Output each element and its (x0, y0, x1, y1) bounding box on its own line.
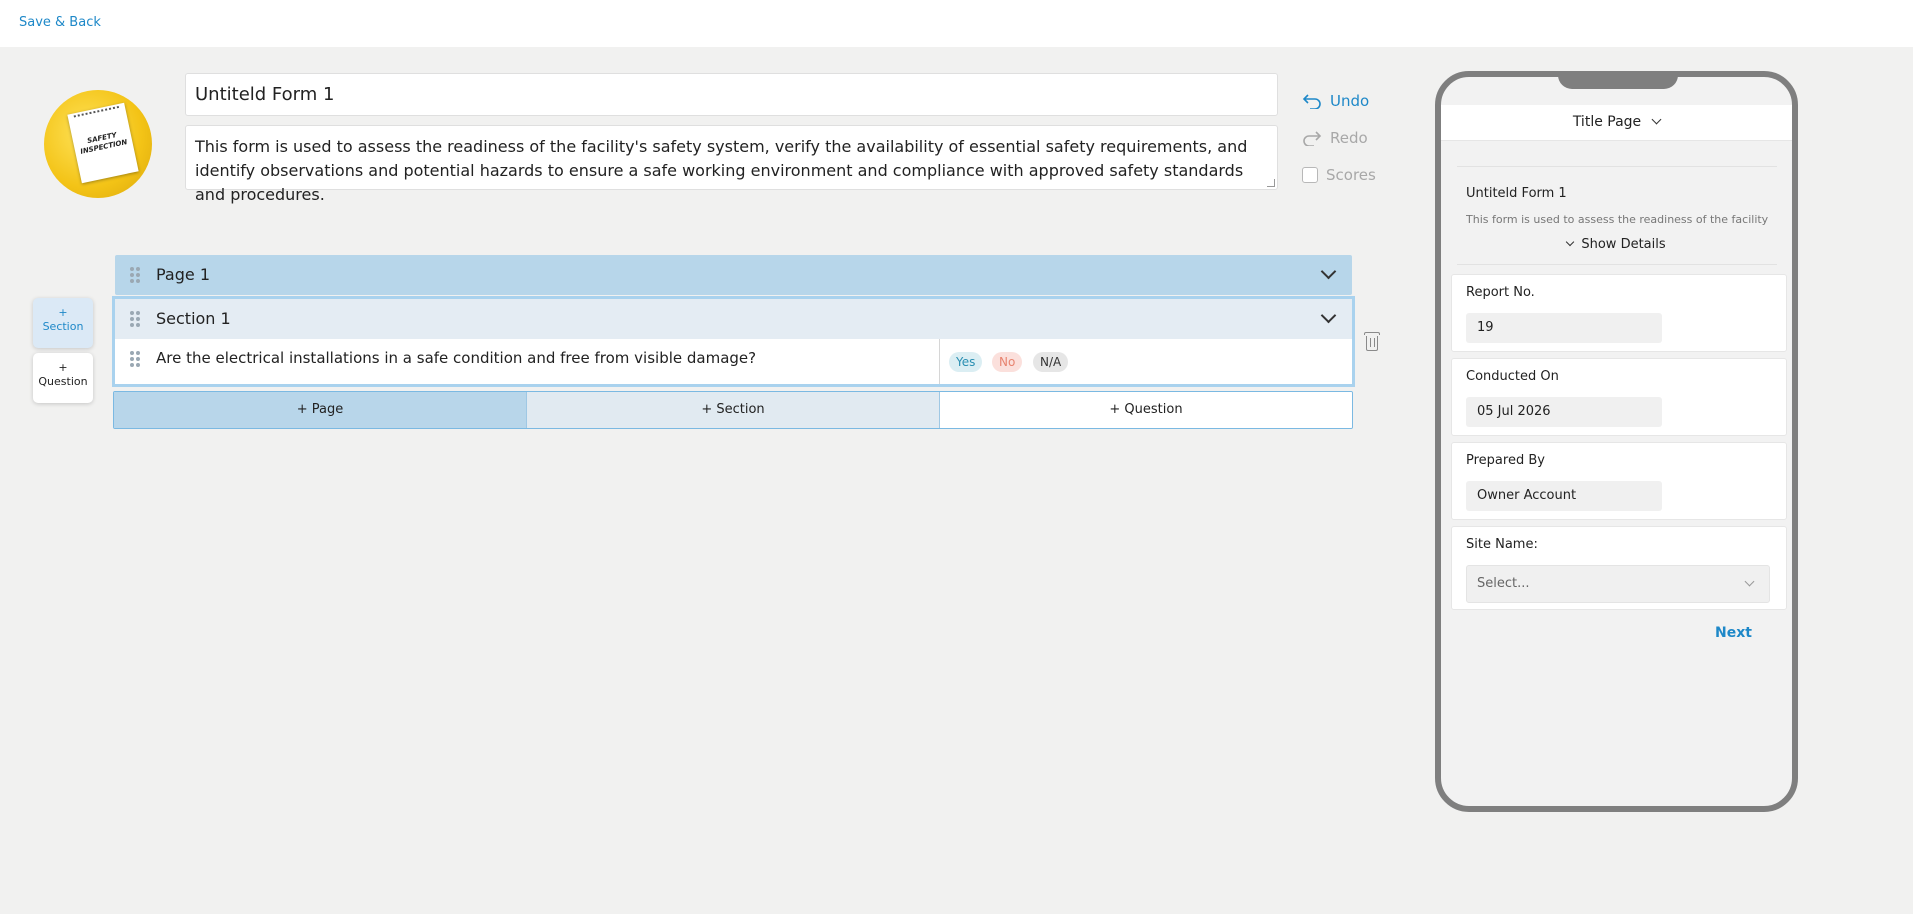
show-details-label: Show Details (1581, 237, 1666, 252)
question-divider (939, 339, 940, 384)
conducted-on-value[interactable]: 05 Jul 2026 (1466, 397, 1662, 427)
undo-button[interactable]: Undo (1302, 92, 1369, 110)
add-question-button[interactable]: + Question (939, 392, 1352, 428)
save-back-link[interactable]: Save & Back (19, 15, 101, 30)
drag-handle-icon[interactable] (130, 311, 140, 327)
resize-handle-icon[interactable] (1267, 179, 1275, 187)
drag-handle-icon[interactable] (130, 267, 140, 283)
preview-form-title: Untiteld Form 1 (1466, 186, 1567, 201)
chevron-down-icon[interactable] (1320, 263, 1337, 280)
question-row[interactable]: Are the electrical installations in a sa… (115, 339, 1352, 384)
prepared-by-value[interactable]: Owner Account (1466, 481, 1662, 511)
chevron-down-icon (1566, 237, 1575, 247)
redo-icon (1302, 130, 1322, 146)
next-button[interactable]: Next (1715, 625, 1752, 641)
site-name-label: Site Name: (1466, 537, 1538, 552)
chevron-down-icon (1651, 114, 1662, 125)
form-logo[interactable]: SAFETY INSPECTION (44, 90, 152, 198)
side-add-section-label: Section (42, 320, 84, 333)
section-label: Section 1 (156, 309, 231, 328)
add-page-button[interactable]: + Page (114, 392, 526, 428)
prepared-by-label: Prepared By (1466, 453, 1545, 468)
side-add-question-plus: + (58, 361, 68, 374)
scores-toggle[interactable]: Scores (1302, 166, 1376, 184)
scores-label: Scores (1326, 166, 1376, 184)
site-name-select[interactable]: Select... (1466, 565, 1770, 603)
prepared-by-card: Prepared By Owner Account (1451, 442, 1787, 520)
trash-icon[interactable] (1364, 332, 1380, 352)
form-description-input[interactable]: This form is used to assess the readines… (185, 125, 1278, 204)
top-bar: Save & Back (0, 0, 1913, 47)
form-title-input[interactable]: Untiteld Form 1 (185, 73, 1278, 116)
report-no-label: Report No. (1466, 285, 1535, 300)
page-row[interactable]: Page 1 (115, 255, 1352, 295)
conducted-on-card: Conducted On 05 Jul 2026 (1451, 358, 1787, 436)
page-label: Page 1 (156, 265, 210, 284)
preview-page-selector[interactable]: Title Page (1441, 105, 1792, 141)
divider (1457, 264, 1777, 265)
form-description-text: This form is used to assess the readines… (195, 137, 1248, 204)
redo-label: Redo (1330, 129, 1368, 147)
drag-handle-icon[interactable] (130, 351, 140, 367)
scores-checkbox[interactable] (1302, 167, 1318, 183)
redo-button[interactable]: Redo (1302, 129, 1368, 147)
response-na[interactable]: N/A (1033, 352, 1069, 372)
side-add-section-button[interactable]: + Section (33, 298, 93, 348)
chevron-down-icon[interactable] (1320, 307, 1337, 324)
add-bar: + Page + Section + Question (113, 391, 1353, 429)
show-details-toggle[interactable]: Show Details (1441, 237, 1792, 252)
report-no-card: Report No. 19 (1451, 274, 1787, 352)
phone-notch (1558, 77, 1678, 89)
side-add-buttons: + Section + Question (33, 298, 97, 408)
chevron-down-icon (1744, 576, 1755, 587)
add-section-button[interactable]: + Section (526, 392, 939, 428)
preview-page-title: Title Page (1572, 114, 1642, 130)
trash-bin (1366, 336, 1378, 351)
site-name-placeholder: Select... (1477, 576, 1530, 591)
site-name-card: Site Name: Select... (1451, 526, 1787, 610)
side-add-section-plus: + (58, 306, 68, 319)
section-row[interactable]: Section 1 (115, 299, 1352, 339)
side-add-question-button[interactable]: + Question (33, 353, 93, 403)
response-no[interactable]: No (992, 352, 1023, 372)
question-text: Are the electrical installations in a sa… (156, 349, 757, 367)
undo-label: Undo (1330, 92, 1370, 110)
side-add-question-label: Question (38, 375, 88, 388)
divider (1457, 166, 1777, 167)
undo-icon (1302, 93, 1322, 109)
section-block: Section 1 Are the electrical installatio… (112, 296, 1355, 387)
preview-form-description: This form is used to assess the readines… (1466, 213, 1769, 226)
trash-lid (1364, 332, 1380, 335)
response-yes[interactable]: Yes (949, 352, 983, 372)
report-no-value[interactable]: 19 (1466, 313, 1662, 343)
logo-card: SAFETY INSPECTION (67, 102, 139, 184)
mobile-preview: Title Page Untiteld Form 1 This form is … (1435, 71, 1798, 812)
conducted-on-label: Conducted On (1466, 369, 1559, 384)
